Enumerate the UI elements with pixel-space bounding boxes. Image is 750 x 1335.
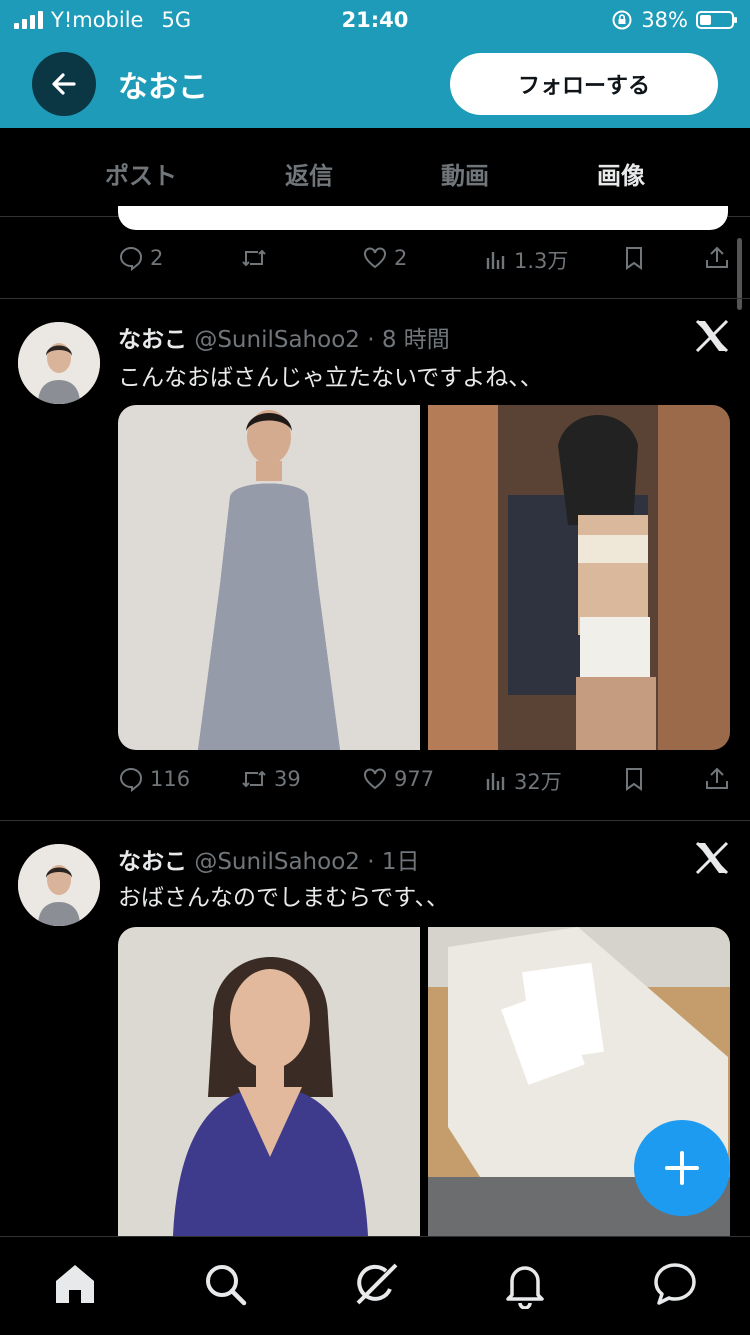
avatar[interactable] [18, 322, 100, 404]
bottom-navigation [0, 1236, 750, 1335]
author-name[interactable]: なおこ [118, 327, 187, 353]
author-handle[interactable]: @SunilSahoo2 [194, 327, 360, 353]
views-chart-icon [486, 773, 505, 790]
page-title: なおこ [118, 70, 208, 105]
bookmark-icon [626, 768, 642, 791]
like-button[interactable]: 977 [362, 766, 434, 792]
tweet-header: なおこ @SunilSahoo2 · 8 時間 [118, 320, 450, 354]
heart-icon [364, 768, 386, 790]
media-image-1[interactable] [118, 405, 420, 750]
repost-count: 39 [274, 767, 301, 791]
like-count: 977 [394, 767, 435, 791]
woman-portrait-photo [118, 927, 420, 1236]
compose-button[interactable] [634, 1120, 730, 1216]
home-icon[interactable] [50, 1259, 100, 1309]
reply-icon [119, 246, 143, 271]
like-button[interactable]: 2 [362, 245, 407, 271]
views-chart-icon [486, 252, 505, 269]
repost-button[interactable] [240, 245, 274, 271]
tab-images[interactable]: 画像 [597, 156, 645, 191]
media-image-1[interactable] [118, 927, 420, 1236]
reply-button[interactable]: 2 [118, 245, 163, 271]
avatar-image [18, 322, 100, 404]
reply-count: 116 [150, 767, 191, 791]
divider [0, 298, 750, 299]
tab-posts[interactable]: ポスト [105, 156, 177, 191]
repost-icon [242, 770, 266, 788]
view-count: 32万 [514, 770, 562, 794]
tab-replies[interactable]: 返信 [285, 156, 333, 191]
tweet-actions: 2 2 1.3万 [118, 245, 730, 285]
divider [0, 820, 750, 821]
search-icon[interactable] [200, 1259, 250, 1309]
back-button[interactable] [32, 52, 96, 116]
reply-count: 2 [150, 246, 164, 270]
author-name[interactable]: なおこ [118, 849, 187, 875]
previous-tweet-card-edge [118, 206, 728, 230]
bookmark-icon [626, 247, 642, 270]
bookmark-button[interactable] [622, 766, 646, 792]
views-button[interactable]: 32万 [484, 766, 562, 796]
tweet-header: なおこ @SunilSahoo2 · 1日 [118, 842, 419, 876]
plus-icon [665, 1151, 699, 1185]
reply-button[interactable]: 116 [118, 766, 190, 792]
bookmark-button[interactable] [622, 245, 646, 271]
battery-icon [696, 11, 737, 29]
closet-photo [428, 405, 730, 750]
tweet-time[interactable]: · 1日 [367, 849, 419, 875]
x-logo-icon [695, 841, 729, 875]
profile-tabs: ポスト 返信 動画 画像 [0, 128, 750, 217]
rotation-lock-icon [612, 10, 632, 30]
view-count: 1.3万 [514, 249, 569, 273]
top-app-bar: Y!mobile 5G 21:40 38% なおこ フォローする [0, 0, 750, 128]
status-bar: Y!mobile 5G 21:40 38% [0, 0, 750, 40]
scrollbar[interactable] [737, 238, 742, 310]
share-button[interactable] [704, 245, 730, 271]
share-button[interactable] [704, 766, 730, 792]
repost-icon [242, 249, 266, 267]
tweet-text: こんなおばさんじゃ立たないですよね、、 [118, 365, 543, 391]
x-logo-icon [695, 319, 729, 353]
like-count: 2 [394, 246, 408, 270]
battery-percent: 38% [641, 8, 688, 32]
media-image-2[interactable] [428, 405, 730, 750]
follow-button[interactable]: フォローする [450, 53, 718, 115]
tab-videos[interactable]: 動画 [441, 156, 489, 191]
tweet-actions: 116 39 977 32万 [118, 766, 730, 806]
avatar[interactable] [18, 844, 100, 926]
status-right: 38% [611, 8, 737, 32]
arrow-left-icon [52, 73, 76, 95]
share-icon [706, 246, 728, 268]
woman-dress-photo [118, 405, 420, 750]
avatar-image [18, 844, 100, 926]
repost-button[interactable]: 39 [240, 766, 301, 792]
views-button[interactable]: 1.3万 [484, 245, 568, 275]
tweet-time[interactable]: · 8 時間 [367, 327, 450, 353]
messages-icon[interactable] [650, 1259, 700, 1309]
grok-icon[interactable] [350, 1259, 400, 1309]
tweet-media-grid[interactable] [118, 405, 730, 750]
author-handle[interactable]: @SunilSahoo2 [194, 849, 360, 875]
reply-icon [119, 767, 143, 792]
tweet-text: おばさんなのでしまむらです、、 [118, 885, 449, 911]
share-icon [706, 767, 728, 789]
heart-icon [364, 247, 386, 269]
notifications-bell-icon[interactable] [500, 1259, 550, 1309]
